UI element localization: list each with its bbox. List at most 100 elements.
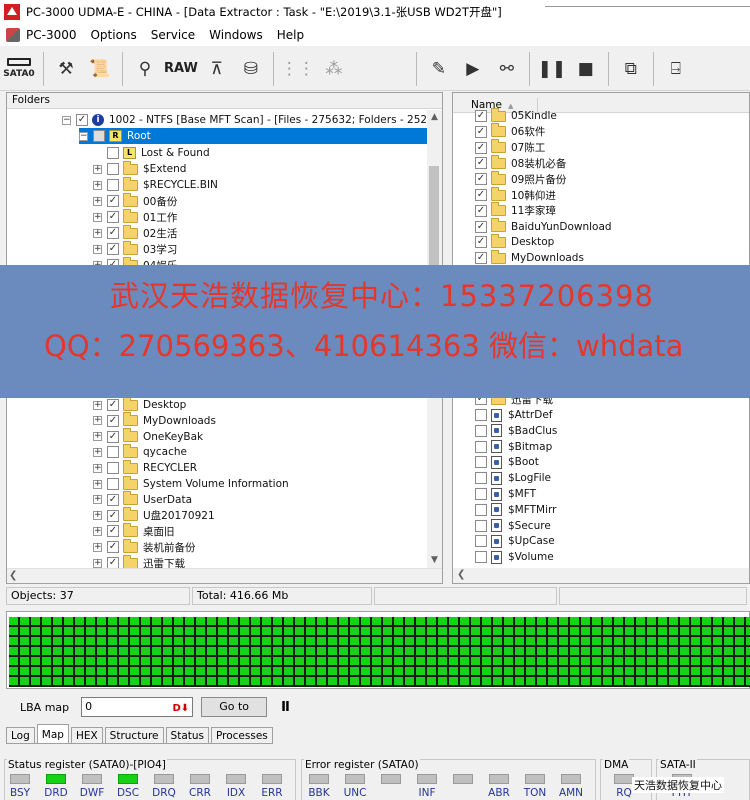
expand-icon[interactable]: + <box>93 558 102 568</box>
tree-folder-row[interactable]: + ✓ 01工作 <box>93 208 177 225</box>
checkbox[interactable] <box>475 409 487 421</box>
tree-folder-row[interactable]: + $RECYCLE.BIN <box>93 176 218 193</box>
checkbox[interactable]: ✓ <box>475 173 487 186</box>
list-item[interactable]: ✓ 09照片备份 <box>453 170 566 187</box>
tab-status[interactable]: Status <box>165 727 209 744</box>
scroll-down-icon[interactable]: ▼ <box>427 553 442 568</box>
tree-volume-row[interactable]: − ✓ i 1002 - NTFS [Base MFT Scan] - [Fil… <box>62 112 442 128</box>
expand-icon[interactable]: + <box>93 228 102 238</box>
search-button[interactable]: ⚲ <box>130 51 160 87</box>
expand-icon[interactable]: + <box>93 196 102 206</box>
tree-folder-row[interactable]: + System Volume Information <box>93 475 289 492</box>
checkbox[interactable] <box>475 551 487 564</box>
checkbox[interactable] <box>475 440 487 453</box>
files-hscroll[interactable]: ❮ <box>453 568 749 583</box>
checkbox[interactable] <box>475 488 487 500</box>
checkbox[interactable]: ✓ <box>107 195 119 207</box>
tree-folder-row[interactable]: + ✓ 装机前备份 <box>93 538 196 555</box>
tree-button[interactable]: ⋮⋮ <box>281 51 315 87</box>
tree-folder-row[interactable]: + qycache <box>93 443 187 460</box>
list-item[interactable]: ✓ 11李家璋 <box>453 202 556 219</box>
tree-folder-row[interactable]: + ✓ Desktop <box>93 396 186 413</box>
download-arrow-icon[interactable]: D⬇ <box>172 700 189 718</box>
expand-icon[interactable]: + <box>93 495 102 505</box>
expand-icon[interactable]: + <box>93 244 102 254</box>
list-item[interactable]: $AttrDef <box>453 407 552 423</box>
checkbox[interactable]: ✓ <box>76 114 88 126</box>
edit-button[interactable]: ✎ <box>424 51 454 87</box>
folders-hscroll[interactable]: ❮ <box>7 568 442 583</box>
checkbox[interactable]: ✓ <box>475 189 487 201</box>
checkbox[interactable] <box>107 462 119 475</box>
checkbox[interactable]: ✓ <box>107 509 119 522</box>
network-button[interactable]: ⚯ <box>492 51 522 87</box>
list-item[interactable]: ✓ 07陈工 <box>453 139 545 156</box>
raw-button[interactable]: RAW <box>164 51 198 87</box>
tab-map[interactable]: Map <box>36 724 69 744</box>
checkbox[interactable]: ✓ <box>475 157 487 170</box>
checkbox[interactable]: ✓ <box>475 141 487 154</box>
checkbox[interactable] <box>93 130 105 142</box>
menu-service[interactable]: Service <box>151 28 195 42</box>
checkbox[interactable] <box>107 179 119 191</box>
disk-button[interactable]: ⛁ <box>236 51 266 87</box>
sata-port-button[interactable]: SATA0 <box>2 51 36 87</box>
tree-folder-row[interactable]: + ✓ 桌面旧 <box>93 522 175 539</box>
checkbox[interactable]: ✓ <box>475 252 487 265</box>
scroll-left-icon[interactable]: ❮ <box>9 569 17 583</box>
expand-icon[interactable]: + <box>93 447 102 457</box>
list-item[interactable]: $LogFile <box>453 470 551 486</box>
checkbox[interactable] <box>107 147 119 159</box>
checkbox[interactable]: ✓ <box>107 211 119 223</box>
stop-button[interactable]: ■ <box>571 51 601 87</box>
checkbox[interactable]: ✓ <box>107 414 119 427</box>
split-button[interactable]: ⊼ <box>202 51 232 87</box>
list-item[interactable]: $Bitmap <box>453 439 552 455</box>
checkbox[interactable] <box>475 472 487 485</box>
list-item[interactable]: ✓ 06软件 <box>453 123 545 140</box>
checkbox[interactable] <box>107 163 119 175</box>
app-menu-icon[interactable] <box>6 28 20 42</box>
exit-button[interactable]: ⍈ <box>661 51 691 87</box>
checkbox[interactable] <box>475 519 487 532</box>
checkbox[interactable]: ✓ <box>107 525 119 538</box>
collapse-icon[interactable]: − <box>79 131 88 141</box>
scroll-left-icon[interactable]: ❮ <box>457 568 465 582</box>
tab-structure[interactable]: Structure <box>104 727 164 744</box>
menu-help[interactable]: Help <box>277 28 304 42</box>
list-item[interactable]: ✓ 08装机必备 <box>453 154 566 171</box>
tree-folder-row[interactable]: + $Extend <box>93 160 186 177</box>
list-item[interactable]: ✓ MyDownloads <box>453 249 584 266</box>
list-item[interactable]: ✓ BaiduYunDownload <box>453 218 612 235</box>
list-item[interactable]: $BadClus <box>453 423 557 439</box>
expand-icon[interactable]: + <box>93 526 102 536</box>
expand-icon[interactable]: + <box>93 180 102 190</box>
checkbox[interactable]: ✓ <box>107 227 119 239</box>
checkbox[interactable]: ✓ <box>107 399 119 411</box>
play-button[interactable]: ▶ <box>458 51 488 87</box>
checkbox[interactable] <box>475 503 487 516</box>
list-item[interactable]: $Secure <box>453 518 551 534</box>
checkbox[interactable]: ✓ <box>107 243 119 255</box>
tree-folder-row[interactable]: + ✓ UserData <box>93 491 192 508</box>
expand-icon[interactable]: + <box>93 164 102 174</box>
pause-button[interactable]: ❚❚ <box>537 51 567 87</box>
list-item[interactable]: ✓ 10韩仰进 <box>453 186 556 203</box>
lba-input[interactable]: 0 D⬇ <box>81 697 194 718</box>
checkbox[interactable] <box>107 478 119 490</box>
list-item[interactable]: ✓ Desktop <box>453 233 554 250</box>
tree-folder-row[interactable]: + ✓ 03学习 <box>93 240 177 257</box>
list-item[interactable]: $Boot <box>453 454 539 470</box>
scroll-up-icon[interactable]: ▲ <box>427 110 442 125</box>
checkbox[interactable]: ✓ <box>475 110 487 122</box>
map-pause-button[interactable]: II <box>281 700 290 715</box>
tab-hex[interactable]: HEX <box>70 727 103 744</box>
expand-icon[interactable]: + <box>93 542 102 552</box>
tree-root-row[interactable]: − R Root <box>79 128 427 144</box>
tab-log[interactable]: Log <box>6 727 35 744</box>
list-item[interactable]: $UpCase <box>453 533 555 549</box>
tree-folder-row[interactable]: + ✓ OneKeyBak <box>93 428 203 445</box>
checkbox[interactable] <box>475 424 487 437</box>
checkbox[interactable] <box>475 535 487 548</box>
checkbox[interactable]: ✓ <box>107 541 119 554</box>
